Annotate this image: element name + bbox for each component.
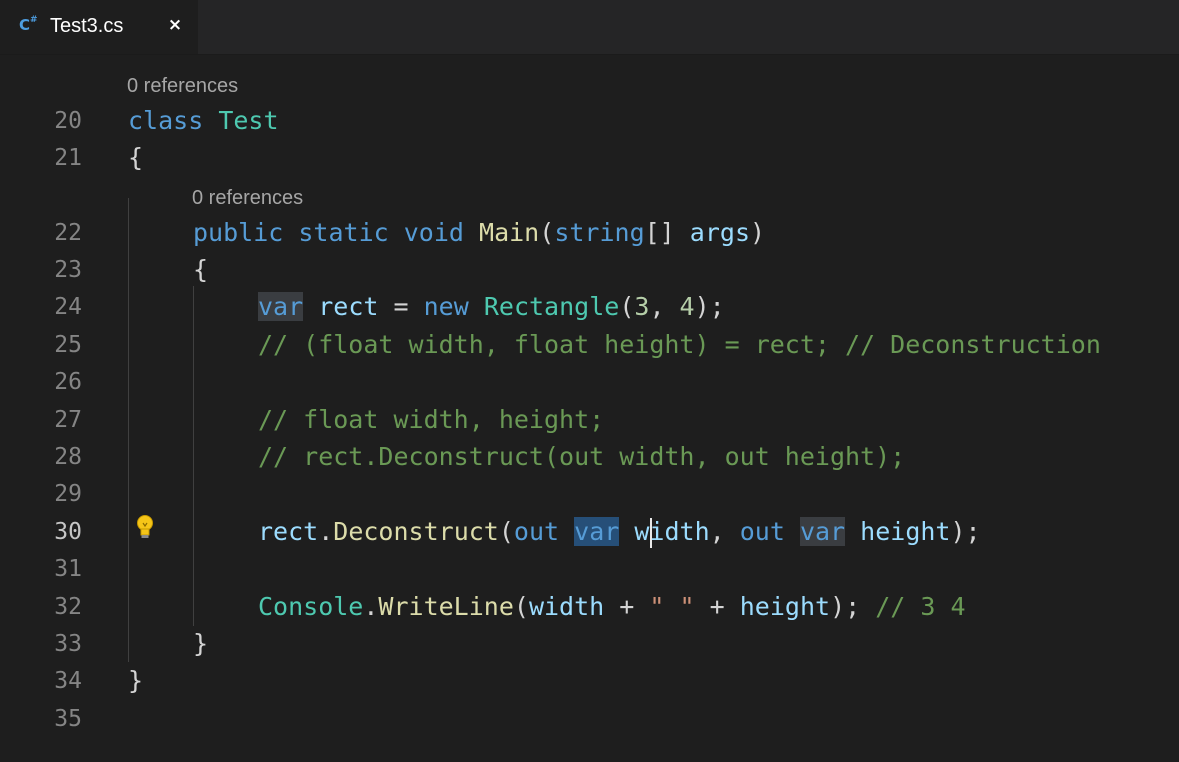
code-line-20: class Test xyxy=(128,102,279,139)
indent-guide-method xyxy=(193,286,194,626)
keyword: static xyxy=(298,218,389,247)
line-number: 32 xyxy=(54,594,82,620)
keyword-highlighted: var xyxy=(799,517,846,546)
text-cursor xyxy=(650,518,652,548)
line-number: 22 xyxy=(54,220,82,246)
brace: { xyxy=(193,255,209,284)
line-number: 25 xyxy=(54,332,82,358)
parameter: args xyxy=(689,218,751,247)
comment: // 3 4 xyxy=(875,592,966,621)
line-number-active: 30 xyxy=(54,519,82,545)
line-number: 26 xyxy=(54,369,82,395)
keyword: string xyxy=(554,218,645,247)
line-number: 21 xyxy=(54,145,82,171)
code-line-28: // rect.Deconstruct(out width, out heigh… xyxy=(258,442,906,471)
variable: rect xyxy=(258,517,319,546)
brace: } xyxy=(128,666,144,695)
number: 4 xyxy=(679,292,695,321)
punctuation: . xyxy=(363,592,379,621)
method-name: Deconstruct xyxy=(333,517,499,546)
code-line-33: } xyxy=(193,625,208,662)
punctuation: ( xyxy=(539,218,555,247)
keyword: new xyxy=(423,292,469,321)
line-number: 27 xyxy=(54,407,82,433)
tab-test3-cs[interactable]: C# Test3.cs × xyxy=(0,0,198,54)
line-number: 34 xyxy=(54,668,82,694)
method-name: Main xyxy=(479,218,540,247)
lightbulb-icon[interactable] xyxy=(136,514,154,542)
punctuation: ); xyxy=(830,592,861,621)
keyword: class xyxy=(128,106,204,135)
line-number: 28 xyxy=(54,444,82,470)
csharp-file-icon: C# xyxy=(19,15,38,34)
punctuation: ); xyxy=(950,517,981,546)
code-line-34: } xyxy=(128,662,143,699)
tab-title: Test3.cs xyxy=(50,15,124,37)
keyword: out xyxy=(739,517,785,546)
close-tab-icon[interactable]: × xyxy=(166,15,184,37)
code-lens-method-references[interactable]: 0 references xyxy=(192,187,303,210)
line-number: 20 xyxy=(54,108,82,134)
code-line-21: { xyxy=(128,139,143,176)
line-number: 31 xyxy=(54,556,82,582)
keyword: out xyxy=(513,517,560,546)
code-lens-class-references[interactable]: 0 references xyxy=(127,75,238,98)
operator: + xyxy=(709,592,725,621)
punctuation: ); xyxy=(694,292,725,321)
brace: } xyxy=(193,629,209,658)
number: 3 xyxy=(634,292,650,321)
variable: width xyxy=(634,517,710,546)
line-number: 24 xyxy=(54,294,82,320)
code-line-23: { xyxy=(193,251,208,288)
line-number: 33 xyxy=(54,631,82,657)
keyword: void xyxy=(403,218,464,247)
punctuation: , xyxy=(649,292,680,321)
string-literal: " " xyxy=(649,592,695,621)
punctuation: ( xyxy=(498,517,514,546)
punctuation: ( xyxy=(619,292,635,321)
keyword: public xyxy=(193,218,284,247)
code-line-25: // (float width, float height) = rect; /… xyxy=(258,330,1101,359)
line-number: 35 xyxy=(54,706,82,732)
type-name: Console xyxy=(258,592,364,621)
type-name: Rectangle xyxy=(483,292,620,321)
keyword-selected: var xyxy=(574,517,620,546)
brace: { xyxy=(128,143,144,172)
code-line-27: // float width, height; xyxy=(258,405,605,434)
line-number: 29 xyxy=(54,481,82,507)
variable: width xyxy=(528,592,605,621)
tab-bar: C# Test3.cs × xyxy=(0,0,1179,55)
variable: height xyxy=(860,517,951,546)
punctuation: [] xyxy=(644,218,675,247)
variable: rect xyxy=(318,292,379,321)
indent-guide-class xyxy=(128,198,129,662)
code-line-30: rect.Deconstruct(out var width, out var … xyxy=(258,513,981,550)
code-line-24: var rect = new Rectangle(3, 4); xyxy=(258,288,725,325)
method-name: WriteLine xyxy=(378,592,514,621)
punctuation: ) xyxy=(750,218,766,247)
punctuation: ( xyxy=(513,592,529,621)
variable: height xyxy=(739,592,831,621)
punctuation: , xyxy=(709,517,740,546)
line-number: 23 xyxy=(54,257,82,283)
punctuation: . xyxy=(318,517,334,546)
keyword-highlighted: var xyxy=(258,292,304,321)
operator: = xyxy=(393,292,409,321)
class-name: Test xyxy=(218,106,279,135)
operator: + xyxy=(619,592,635,621)
code-editor[interactable]: 0 references 0 references 20 21 22 23 24… xyxy=(0,55,1179,762)
code-line-22: public static void Main(string[] args) xyxy=(193,214,765,251)
code-line-32: Console.WriteLine(width + " " + height);… xyxy=(258,588,966,625)
